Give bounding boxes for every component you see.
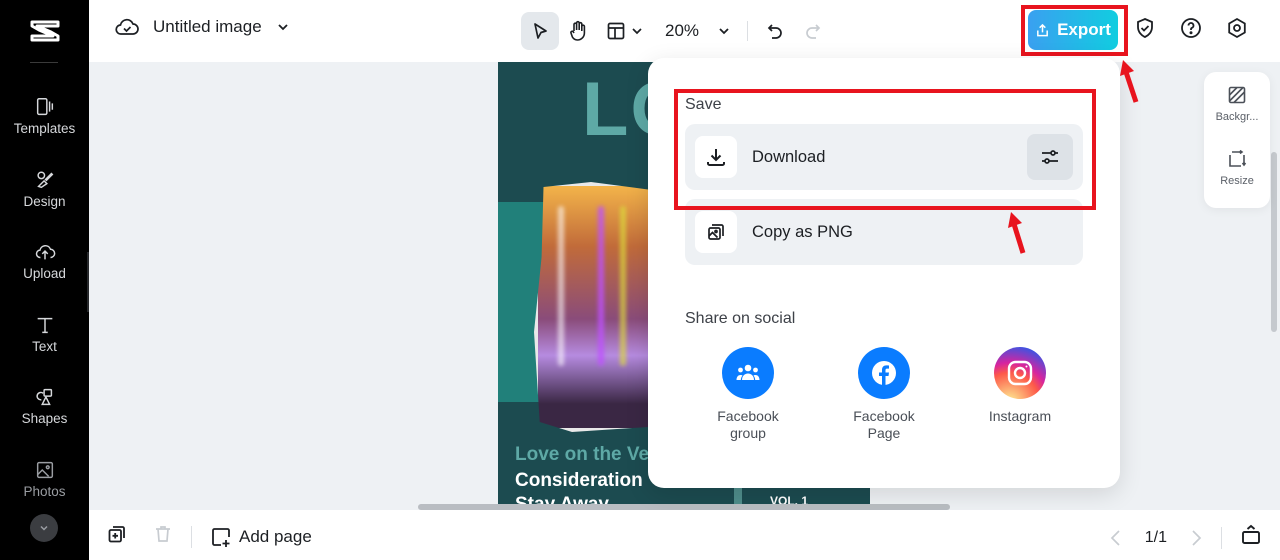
sidebar-item-shapes[interactable]: Shapes (0, 375, 89, 437)
sidebar-item-label: Text (32, 339, 57, 354)
share-facebook-group[interactable]: Facebook group (698, 347, 798, 442)
sidebar-item-label: Upload (23, 266, 66, 281)
side-tool-label: Backgr... (1215, 111, 1259, 123)
photos-icon (36, 461, 53, 479)
bottom-bar: Add page 1/1 (89, 510, 1280, 560)
text-icon (37, 317, 52, 334)
canvas-toolbar: 20% (521, 12, 832, 50)
share-instagram[interactable]: Instagram (970, 347, 1070, 425)
undo-icon (767, 24, 782, 39)
background-icon (1228, 86, 1246, 104)
redo-icon (806, 24, 821, 39)
sidebar-item-photos[interactable]: Photos (0, 448, 89, 510)
select-tool-button[interactable] (521, 12, 559, 50)
share-section-label: Share on social (685, 310, 796, 327)
sidebar-item-label: Photos (23, 484, 66, 499)
delete-page-icon[interactable] (153, 524, 173, 549)
poster-subheading[interactable]: Consideration (515, 470, 643, 492)
upload-icon (35, 244, 55, 260)
zoom-level[interactable]: 20% (665, 21, 699, 41)
sidebar-item-design[interactable]: Design (0, 158, 89, 220)
sidebar-item-templates[interactable]: Templates (0, 85, 89, 147)
shield-check-icon[interactable] (1133, 16, 1157, 40)
divider (30, 62, 58, 63)
left-sidebar: Templates Design Upload Text Shapes Phot… (0, 0, 89, 560)
side-tool-label: Resize (1220, 175, 1254, 187)
document-title[interactable]: Untitled image (153, 17, 262, 37)
cloud-check-icon (115, 18, 139, 35)
add-page-button[interactable]: Add page (210, 526, 312, 548)
annotation-arrow-icon (1008, 212, 1026, 254)
social-label: Facebook Page (853, 408, 915, 441)
copy-label: Copy as PNG (752, 222, 853, 241)
sidebar-item-label: Design (23, 194, 66, 209)
capcut-logo-icon[interactable] (0, 0, 89, 62)
chevron-down-icon[interactable] (276, 20, 290, 34)
social-label: Facebook group (717, 408, 779, 441)
page-panel-toggle-icon[interactable] (1240, 524, 1262, 551)
shapes-icon (35, 388, 52, 406)
hand-tool-button[interactable] (559, 12, 597, 50)
add-page-label: Add page (239, 526, 312, 546)
side-tools-panel: Backgr... Resize (1204, 72, 1270, 208)
resize-icon (1229, 149, 1247, 167)
sidebar-item-label: Shapes (21, 411, 68, 426)
instagram-icon (994, 347, 1046, 399)
zoom-dropdown-icon[interactable] (717, 24, 731, 38)
layout-tool-button[interactable] (597, 12, 653, 50)
add-page-icon (212, 527, 230, 547)
chevron-down-icon (632, 28, 642, 35)
resize-tool-button[interactable]: Resize (1204, 136, 1270, 200)
divider (747, 21, 749, 41)
design-icon (36, 171, 53, 189)
sidebar-item-upload[interactable]: Upload (0, 230, 89, 292)
settings-icon[interactable] (1225, 16, 1249, 40)
templates-icon (36, 98, 53, 116)
background-tool-button[interactable]: Backgr... (1204, 72, 1270, 136)
next-page-icon[interactable] (1189, 529, 1203, 547)
poster-heading[interactable]: Love on the Ve (515, 444, 649, 466)
divider (1221, 526, 1222, 549)
social-label: Instagram (988, 408, 1052, 424)
redo-button[interactable] (794, 12, 832, 50)
highlight-annotation-save (674, 89, 1096, 210)
help-icon[interactable] (1179, 16, 1203, 40)
sidebar-item-label: Templates (13, 121, 76, 136)
chevron-down-icon (40, 525, 48, 531)
layout-icon (607, 22, 625, 40)
facebook-group-icon (722, 347, 774, 399)
divider (191, 525, 192, 548)
page-indicator: 1/1 (1144, 528, 1167, 546)
sidebar-more-button[interactable] (30, 514, 58, 542)
sidebar-item-text[interactable]: Text (0, 303, 89, 365)
annotation-arrow-icon (1120, 60, 1139, 103)
undo-button[interactable] (756, 12, 794, 50)
facebook-icon (858, 347, 910, 399)
duplicate-page-icon[interactable] (107, 524, 127, 549)
pointer-icon (534, 23, 547, 39)
vertical-scrollbar[interactable] (1271, 152, 1277, 332)
highlight-annotation-export (1021, 5, 1128, 56)
hand-icon (570, 20, 586, 41)
previous-page-icon[interactable] (1109, 529, 1123, 547)
share-facebook-page[interactable]: Facebook Page (834, 347, 934, 442)
copy-image-icon (695, 211, 737, 253)
top-bar: Untitled image 20% Export (89, 0, 1280, 62)
